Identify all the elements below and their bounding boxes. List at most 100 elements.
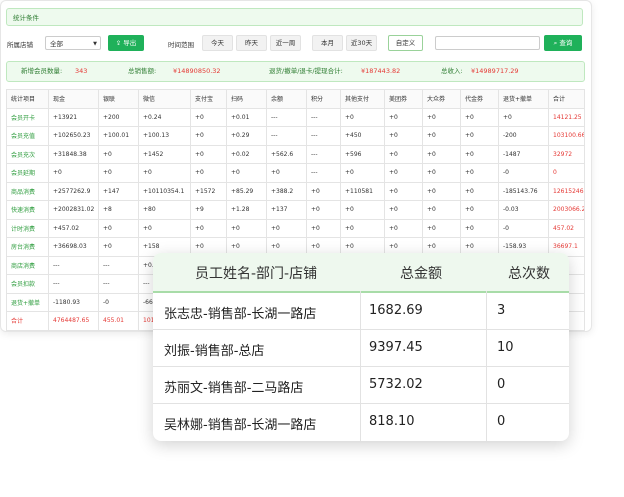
table-cell: +0 — [138, 218, 191, 238]
table-cell: +0 — [460, 126, 499, 146]
table-cell: +0 — [460, 218, 499, 238]
table-cell: +0.01 — [226, 107, 267, 127]
table-cell: 103100.66 — [548, 126, 585, 146]
table-cell: +0 — [460, 144, 499, 164]
staff-header-count: 总次数 — [508, 266, 550, 282]
row-label: 会员开卡 — [6, 107, 49, 127]
table-cell: 14121.25 — [548, 107, 585, 127]
income-value: ¥14989717.29 — [471, 67, 519, 75]
table-cell: 455.01 — [98, 311, 139, 331]
table-cell: +0.24 — [138, 107, 191, 127]
table-cell: --- — [98, 274, 139, 294]
table-cell: --- — [306, 107, 341, 127]
staff-count: 3 — [497, 303, 506, 318]
table-cell: +0 — [190, 144, 227, 164]
refund-total-value: ¥187443.82 — [361, 67, 401, 75]
chevron-down-icon: ▼ — [93, 41, 97, 47]
table-cell: --- — [266, 126, 307, 146]
table-cell: +0 — [98, 163, 139, 183]
table-cell: +1572 — [190, 181, 227, 201]
table-cell: --- — [48, 274, 99, 294]
date-today-button[interactable]: 今天 — [202, 35, 233, 51]
table-cell: --- — [306, 126, 341, 146]
table-cell: +0 — [226, 218, 267, 238]
staff-summary-card: 员工姓名-部门-店铺 总金额 总次数 张志忠-销售部-长湖一路店 1682.69… — [153, 253, 569, 441]
table-cell: +0 — [460, 200, 499, 220]
table-cell: +0 — [48, 163, 99, 183]
column-header: 美团券 — [384, 89, 423, 109]
row-label: 会员扣款 — [6, 274, 49, 294]
table-cell: +0 — [422, 181, 461, 201]
table-cell: +0 — [190, 126, 227, 146]
table-cell: +2002831.02 — [48, 200, 99, 220]
table-cell: +0 — [226, 163, 267, 183]
table-cell: +36698.03 — [48, 237, 99, 257]
search-button[interactable]: ⌕ 查询 — [544, 35, 582, 51]
staff-amount: 9397.45 — [369, 340, 423, 355]
table-cell: +457.02 — [48, 218, 99, 238]
row-label: 会员充次 — [6, 144, 49, 164]
staff-count: 0 — [497, 377, 506, 392]
table-cell: -185143.76 — [498, 181, 549, 201]
column-header: 其他支付 — [340, 89, 385, 109]
column-header: 银联 — [98, 89, 139, 109]
table-cell: +1452 — [138, 144, 191, 164]
summary-bar: 新增会员数量: 343 总销售额: ¥14890850.32 退货/撤单/退卡/… — [6, 61, 585, 82]
row-label: 商品消费 — [6, 181, 49, 201]
export-button[interactable]: ⇪ 导出 — [108, 35, 144, 51]
table-cell: +0 — [498, 107, 549, 127]
date-custom-button[interactable]: 自定义 — [388, 35, 423, 51]
table-row: 会员延期 +0 +0 +0 +0 +0 +0 --- +0 +0 +0 +0 -0 0 — [6, 163, 585, 183]
table-cell: +0 — [460, 181, 499, 201]
table-cell: +0 — [306, 181, 341, 201]
filter-bar: 所属店铺 全部 ▼ ⇪ 导出 时间范围 今天 昨天 近一周 本月 近30天 自定… — [7, 34, 587, 54]
table-cell: +147 — [98, 181, 139, 201]
income-label: 总收入: — [441, 67, 463, 75]
table-cell: +562.6 — [266, 144, 307, 164]
custom-date-input[interactable] — [435, 36, 540, 50]
row-label: 快速消费 — [6, 200, 49, 220]
table-cell: +0 — [190, 163, 227, 183]
table-cell: +0 — [384, 200, 423, 220]
date-week-button[interactable]: 近一周 — [270, 35, 301, 51]
table-cell: +13921 — [48, 107, 99, 127]
table-cell: +0 — [384, 126, 423, 146]
table-cell: 2003066.27 — [548, 200, 585, 220]
new-members-value: 343 — [75, 67, 88, 75]
table-cell: +0 — [340, 200, 385, 220]
table-cell: -0 — [98, 292, 139, 312]
table-cell: +0 — [266, 163, 307, 183]
table-cell: -0 — [498, 163, 549, 183]
search-icon: ⌕ — [553, 39, 558, 47]
date-30days-button[interactable]: 近30天 — [346, 35, 377, 51]
table-cell: +0 — [98, 237, 139, 257]
table-cell: +0 — [98, 144, 139, 164]
table-cell: +0 — [422, 144, 461, 164]
table-cell: +0 — [306, 218, 341, 238]
staff-header-name: 员工姓名-部门-店铺 — [195, 266, 318, 282]
table-cell: 457.02 — [548, 218, 585, 238]
table-cell: +0 — [266, 218, 307, 238]
table-cell: +10110354.1 — [138, 181, 191, 201]
table-cell: +596 — [340, 144, 385, 164]
table-cell: +0 — [340, 163, 385, 183]
column-header: 支付宝 — [190, 89, 227, 109]
export-label: 导出 — [123, 39, 137, 47]
store-select[interactable]: 全部 ▼ — [45, 36, 101, 50]
column-header: 统计项目 — [6, 89, 49, 109]
total-sales-label: 总销售额: — [128, 67, 157, 75]
table-cell: +388.2 — [266, 181, 307, 201]
table-cell: -1180.93 — [48, 292, 99, 312]
row-label: 商店消费 — [6, 255, 49, 275]
staff-table-header: 员工姓名-部门-店铺 总金额 总次数 — [153, 253, 569, 293]
condition-header: 统计条件 — [6, 8, 583, 26]
table-row: 会员充值 +102650.23 +100.01 +100.13 +0 +0.29 --- --… — [6, 126, 585, 146]
table-cell: --- — [98, 255, 139, 275]
date-yesterday-button[interactable]: 昨天 — [236, 35, 267, 51]
column-header: 现金 — [48, 89, 99, 109]
table-cell: +9 — [190, 200, 227, 220]
table-cell: +0 — [138, 163, 191, 183]
table-row: 会员充次 +31848.38 +0 +1452 +0 +0.02 +562.6 --- +596… — [6, 144, 585, 164]
date-month-button[interactable]: 本月 — [312, 35, 343, 51]
table-cell: +0 — [422, 218, 461, 238]
